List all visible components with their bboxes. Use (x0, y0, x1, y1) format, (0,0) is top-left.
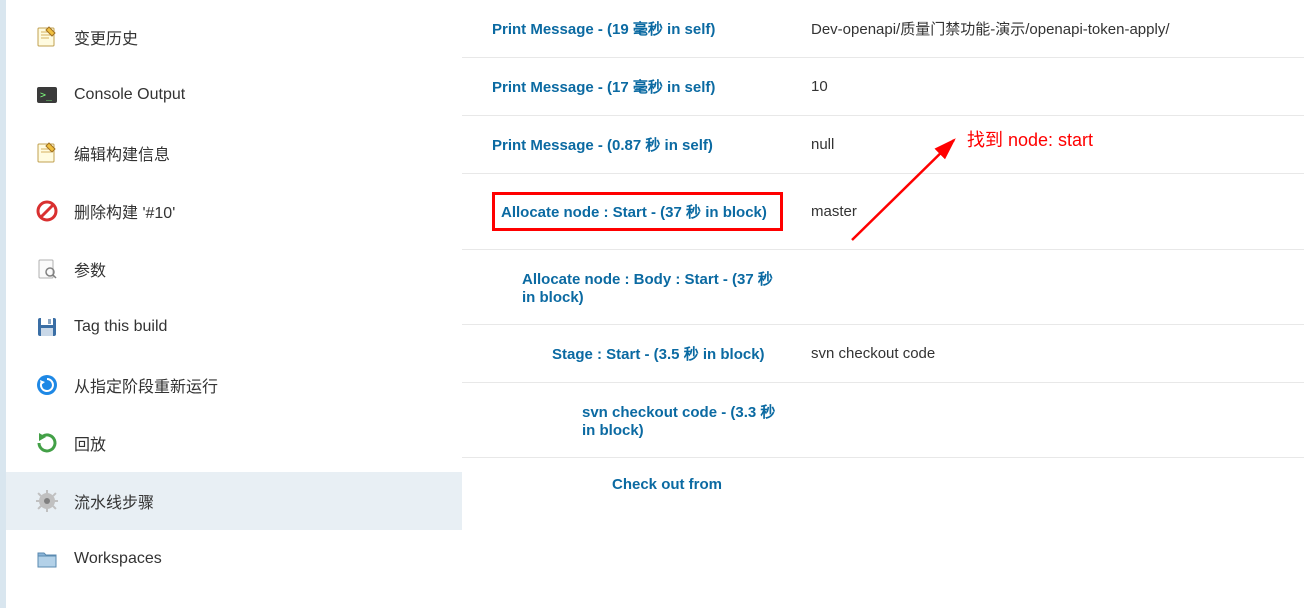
sidebar-item-label: Workspaces (74, 550, 162, 568)
step-link[interactable]: Allocate node : Body : Start - (37 秒 in … (522, 268, 783, 306)
step-link[interactable]: Print Message - (17 毫秒 in self) (492, 76, 715, 97)
steps-table: Print Message - (19 毫秒 in self) Dev-opena… (462, 0, 1304, 511)
sidebar-item-workspaces[interactable]: Workspaces (6, 530, 462, 588)
step-row: Allocate node : Body : Start - (37 秒 in … (462, 250, 1304, 325)
step-link[interactable]: Stage : Start - (3.5 秒 in block) (552, 343, 765, 364)
step-row: Print Message - (19 毫秒 in self) Dev-opena… (462, 0, 1304, 58)
document-search-icon (34, 256, 60, 282)
sidebar-item-changes[interactable]: 变更历史 (6, 8, 462, 66)
sidebar-item-replay[interactable]: 回放 (6, 414, 462, 472)
step-link[interactable]: Print Message - (19 毫秒 in self) (492, 18, 715, 39)
step-link[interactable]: Print Message - (0.87 秒 in self) (492, 134, 713, 155)
pipeline-steps-panel: Print Message - (19 毫秒 in self) Dev-opena… (462, 0, 1304, 608)
step-row: Allocate node : Start - (37 秒 in block) m… (462, 174, 1304, 250)
step-argument: svn checkout code (797, 325, 1304, 383)
step-link[interactable]: Check out from (612, 476, 722, 493)
step-link[interactable]: Allocate node : Start - (37 秒 in block) (501, 201, 767, 222)
edit-icon (34, 140, 60, 166)
sidebar: 变更历史 >_ Console Output 编辑构建信息 删除构建 '#10'… (0, 0, 462, 608)
sidebar-item-pipeline-steps[interactable]: 流水线步骤 (6, 472, 462, 530)
restart-icon (34, 372, 60, 398)
step-cell: Check out from (462, 458, 797, 512)
sidebar-item-label: Tag this build (74, 318, 167, 336)
sidebar-item-tag-build[interactable]: Tag this build (6, 298, 462, 356)
step-row: Print Message - (17 毫秒 in self) 10 (462, 58, 1304, 116)
notepad-icon (34, 24, 60, 50)
svg-text:>_: >_ (40, 90, 53, 101)
step-cell: Print Message - (17 毫秒 in self) (462, 58, 797, 116)
step-row: Print Message - (0.87 秒 in self) null (462, 116, 1304, 174)
forbidden-icon (34, 198, 60, 224)
step-cell: Print Message - (0.87 秒 in self) (462, 116, 797, 174)
sidebar-item-label: 变更历史 (74, 25, 138, 49)
sidebar-item-label: 从指定阶段重新运行 (74, 373, 218, 397)
sidebar-item-label: Console Output (74, 86, 185, 104)
step-row: Stage : Start - (3.5 秒 in block) svn chec… (462, 325, 1304, 383)
gear-icon (34, 488, 60, 514)
step-cell: Stage : Start - (3.5 秒 in block) (462, 325, 797, 383)
sidebar-item-restart-stage[interactable]: 从指定阶段重新运行 (6, 356, 462, 414)
step-argument (797, 383, 1304, 458)
replay-icon (34, 430, 60, 456)
step-argument (797, 458, 1304, 512)
step-argument: 10 (797, 58, 1304, 116)
sidebar-item-edit-build[interactable]: 编辑构建信息 (6, 124, 462, 182)
step-cell: Print Message - (19 毫秒 in self) (462, 0, 797, 58)
sidebar-item-label: 删除构建 '#10' (74, 199, 175, 223)
step-cell: Allocate node : Start - (37 秒 in block) (462, 174, 797, 250)
step-cell: svn checkout code - (3.3 秒 in block) (462, 383, 797, 458)
step-argument: Dev-openapi/质量门禁功能-演示/openapi-token-appl… (797, 0, 1304, 58)
step-argument: null (797, 116, 1304, 174)
sidebar-item-delete-build[interactable]: 删除构建 '#10' (6, 182, 462, 240)
folder-icon (34, 546, 60, 572)
step-argument (797, 250, 1304, 325)
step-row: Check out from (462, 458, 1304, 512)
step-cell: Allocate node : Body : Start - (37 秒 in … (462, 250, 797, 325)
step-link[interactable]: svn checkout code - (3.3 秒 in block) (582, 401, 783, 439)
sidebar-item-label: 编辑构建信息 (74, 141, 170, 165)
terminal-icon: >_ (34, 82, 60, 108)
sidebar-item-label: 回放 (74, 431, 106, 455)
save-icon (34, 314, 60, 340)
sidebar-item-parameters[interactable]: 参数 (6, 240, 462, 298)
step-row: svn checkout code - (3.3 秒 in block) (462, 383, 1304, 458)
sidebar-item-console[interactable]: >_ Console Output (6, 66, 462, 124)
step-argument: master (797, 174, 1304, 250)
sidebar-item-label: 参数 (74, 257, 106, 281)
sidebar-item-label: 流水线步骤 (74, 489, 154, 513)
